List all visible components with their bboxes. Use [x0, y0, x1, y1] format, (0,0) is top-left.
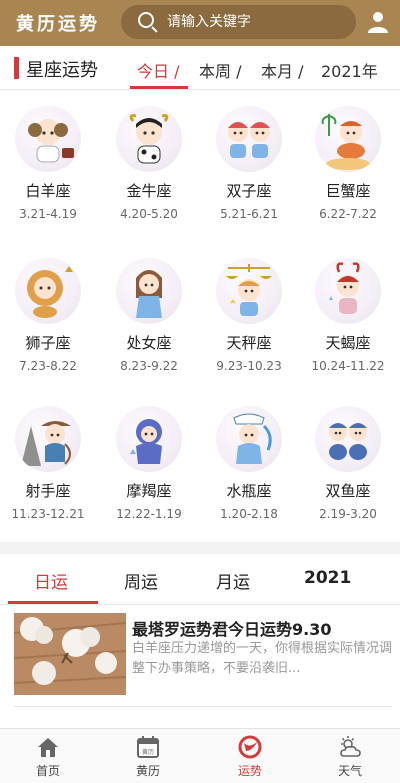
zodiac-dates: 2.19-3.20 [319, 507, 377, 521]
leo-avatar [15, 258, 81, 324]
tab-year[interactable]: 2021年 [321, 58, 378, 82]
zodiac-name: 双鱼座 [325, 482, 371, 500]
zodiac-dates: 3.21-4.19 [19, 207, 77, 221]
nav-home[interactable]: 首页 [8, 729, 88, 783]
zodiac-aries[interactable]: 白羊座 3.21-4.19 [0, 106, 98, 221]
zodiac-name: 金牛座 [126, 182, 172, 200]
zodiac-dates: 8.23-9.22 [120, 359, 178, 373]
zodiac-capricorn[interactable]: 摩羯座 12.22-1.19 [99, 406, 199, 521]
weather-icon [340, 736, 361, 757]
tab-yearly-fortune[interactable]: 2021 [304, 568, 351, 588]
nav-label: 首页 [35, 764, 60, 778]
section-divider [0, 542, 400, 554]
zodiac-dates: 12.22-1.19 [116, 507, 182, 521]
aquarius-avatar [216, 406, 282, 472]
nav-label: 天气 [337, 764, 362, 778]
virgo-avatar [116, 258, 182, 324]
top-bar: 黄历运势 [0, 0, 400, 46]
search-box[interactable] [121, 5, 356, 39]
zodiac-sagittarius[interactable]: 射手座 11.23-12.21 [0, 406, 98, 521]
zodiac-name: 白羊座 [25, 182, 71, 200]
zodiac-name: 双子座 [226, 182, 272, 200]
zodiac-leo[interactable]: 狮子座 7.23-8.22 [0, 258, 98, 373]
zodiac-dates: 5.21-6.21 [220, 207, 278, 221]
zodiac-aquarius[interactable]: 水瓶座 1.20-2.18 [199, 406, 299, 521]
bottom-nav: 首页 黄历 黄历 运势 天气 [0, 728, 400, 783]
zodiac-pisces[interactable]: 双鱼座 2.19-3.20 [298, 406, 398, 521]
taurus-avatar [116, 106, 182, 172]
nav-fortune[interactable]: 运势 [210, 729, 290, 783]
capricorn-avatar [116, 406, 182, 472]
nav-label: 黄历 [135, 764, 160, 778]
calendar-icon: 黄历 [137, 736, 159, 758]
tab-daily-fortune[interactable]: 日运 [34, 568, 68, 593]
zodiac-scorpio[interactable]: 天蝎座 10.24-11.22 [298, 258, 398, 373]
nav-label: 运势 [237, 764, 262, 778]
zodiac-cancer[interactable]: 巨蟹座 6.22-7.22 [298, 106, 398, 221]
app-logo: 黄历运势 [16, 14, 100, 35]
tab-monthly-fortune[interactable]: 月运 [216, 568, 250, 593]
zodiac-dates: 9.23-10.23 [216, 359, 282, 373]
calendar-icon-text: 黄历 [142, 748, 154, 756]
section-accent-bar [14, 57, 19, 79]
zodiac-name: 水瓶座 [226, 482, 272, 500]
pisces-avatar [315, 406, 381, 472]
tab-weekly-fortune[interactable]: 周运 [124, 568, 158, 593]
zodiac-name: 狮子座 [25, 334, 71, 352]
active-tab-underline [130, 86, 188, 89]
fortune-tabs-divider [0, 604, 400, 605]
fortune-icon [238, 735, 262, 759]
zodiac-name: 天秤座 [226, 334, 272, 352]
article-summary: 白羊座压力递增的一天，你得根据实际情况调整下办事策略，不要沿袭旧... [132, 641, 393, 676]
home-icon [38, 738, 58, 757]
zodiac-libra[interactable]: 天秤座 9.23-10.23 [199, 258, 299, 373]
zodiac-dates: 10.24-11.22 [311, 359, 385, 373]
tab-this-week[interactable]: 本周 / [199, 58, 241, 82]
section-title: 星座运势 [26, 60, 98, 81]
zodiac-dates: 11.23-12.21 [11, 507, 85, 521]
search-icon [137, 11, 159, 33]
zodiac-name: 处女座 [126, 334, 172, 352]
zodiac-gemini[interactable]: 双子座 5.21-6.21 [199, 106, 299, 221]
article-card[interactable]: 最塔罗运势君今日运势9.30 白羊座压力递增的一天，你得根据实际情况调整下办事策… [14, 613, 392, 697]
article-thumbnail [14, 613, 126, 695]
aries-avatar [15, 106, 81, 172]
sagittarius-avatar [15, 406, 81, 472]
zodiac-name: 巨蟹座 [325, 182, 371, 200]
article-title: 最塔罗运势君今日运势9.30 [132, 620, 332, 639]
zodiac-dates: 7.23-8.22 [19, 359, 77, 373]
horoscope-section-header: 星座运势 今日 / 本周 / 本月 / 2021年 [0, 46, 400, 90]
zodiac-taurus[interactable]: 金牛座 4.20-5.20 [99, 106, 199, 221]
nav-weather[interactable]: 天气 [310, 729, 390, 783]
scorpio-avatar [315, 258, 381, 324]
zodiac-name: 摩羯座 [126, 482, 172, 500]
zodiac-name: 射手座 [25, 482, 71, 500]
gemini-avatar [216, 106, 282, 172]
zodiac-dates: 4.20-5.20 [120, 207, 178, 221]
nav-almanac[interactable]: 黄历 黄历 [108, 729, 188, 783]
zodiac-virgo[interactable]: 处女座 8.23-9.22 [99, 258, 199, 373]
tab-today[interactable]: 今日 / [137, 58, 179, 82]
zodiac-dates: 1.20-2.18 [220, 507, 278, 521]
article-divider [14, 706, 392, 707]
user-icon[interactable] [366, 10, 390, 34]
zodiac-dates: 6.22-7.22 [319, 207, 377, 221]
zodiac-name: 天蝎座 [325, 334, 371, 352]
tab-this-month[interactable]: 本月 / [261, 58, 303, 82]
libra-avatar [216, 258, 282, 324]
search-input[interactable] [167, 14, 347, 30]
cancer-avatar [315, 106, 381, 172]
